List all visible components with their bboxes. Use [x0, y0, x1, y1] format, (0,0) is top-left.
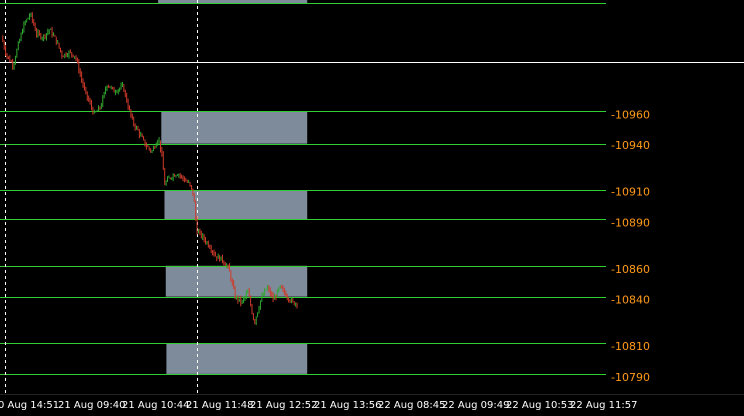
time-label-1: 21 Aug 09:40	[58, 400, 125, 411]
price-label-10790: -10790	[611, 371, 650, 384]
zone-1	[161, 111, 308, 144]
price-label-10890: -10890	[611, 216, 650, 229]
price-label-10910: -10910	[611, 186, 650, 199]
time-label-8: 22 Aug 10:53	[506, 400, 573, 411]
zone-4	[166, 343, 308, 374]
time-label-3: 21 Aug 11:48	[186, 400, 253, 411]
price-label-10860: -10860	[611, 263, 650, 276]
price-label-10960: -10960	[611, 108, 650, 121]
price-chart: -10960 -10940 -10910 -10890 -10860 -10840 -108…	[0, 0, 744, 416]
zone-0	[158, 0, 308, 4]
time-label-5: 21 Aug 13:56	[314, 400, 381, 411]
time-label-6: 22 Aug 08:45	[378, 400, 445, 411]
time-label-9: 22 Aug 11:57	[570, 400, 637, 411]
time-label-0: 0 Aug 14:51	[0, 400, 59, 411]
price-label-10840: -10840	[611, 294, 650, 307]
price-label-10810: -10810	[611, 340, 650, 353]
time-label-7: 22 Aug 09:49	[442, 400, 509, 411]
time-label-4: 21 Aug 12:52	[250, 400, 317, 411]
price-label-10940: -10940	[611, 139, 650, 152]
time-label-2: 21 Aug 10:44	[122, 400, 189, 411]
zone-2	[164, 190, 308, 220]
